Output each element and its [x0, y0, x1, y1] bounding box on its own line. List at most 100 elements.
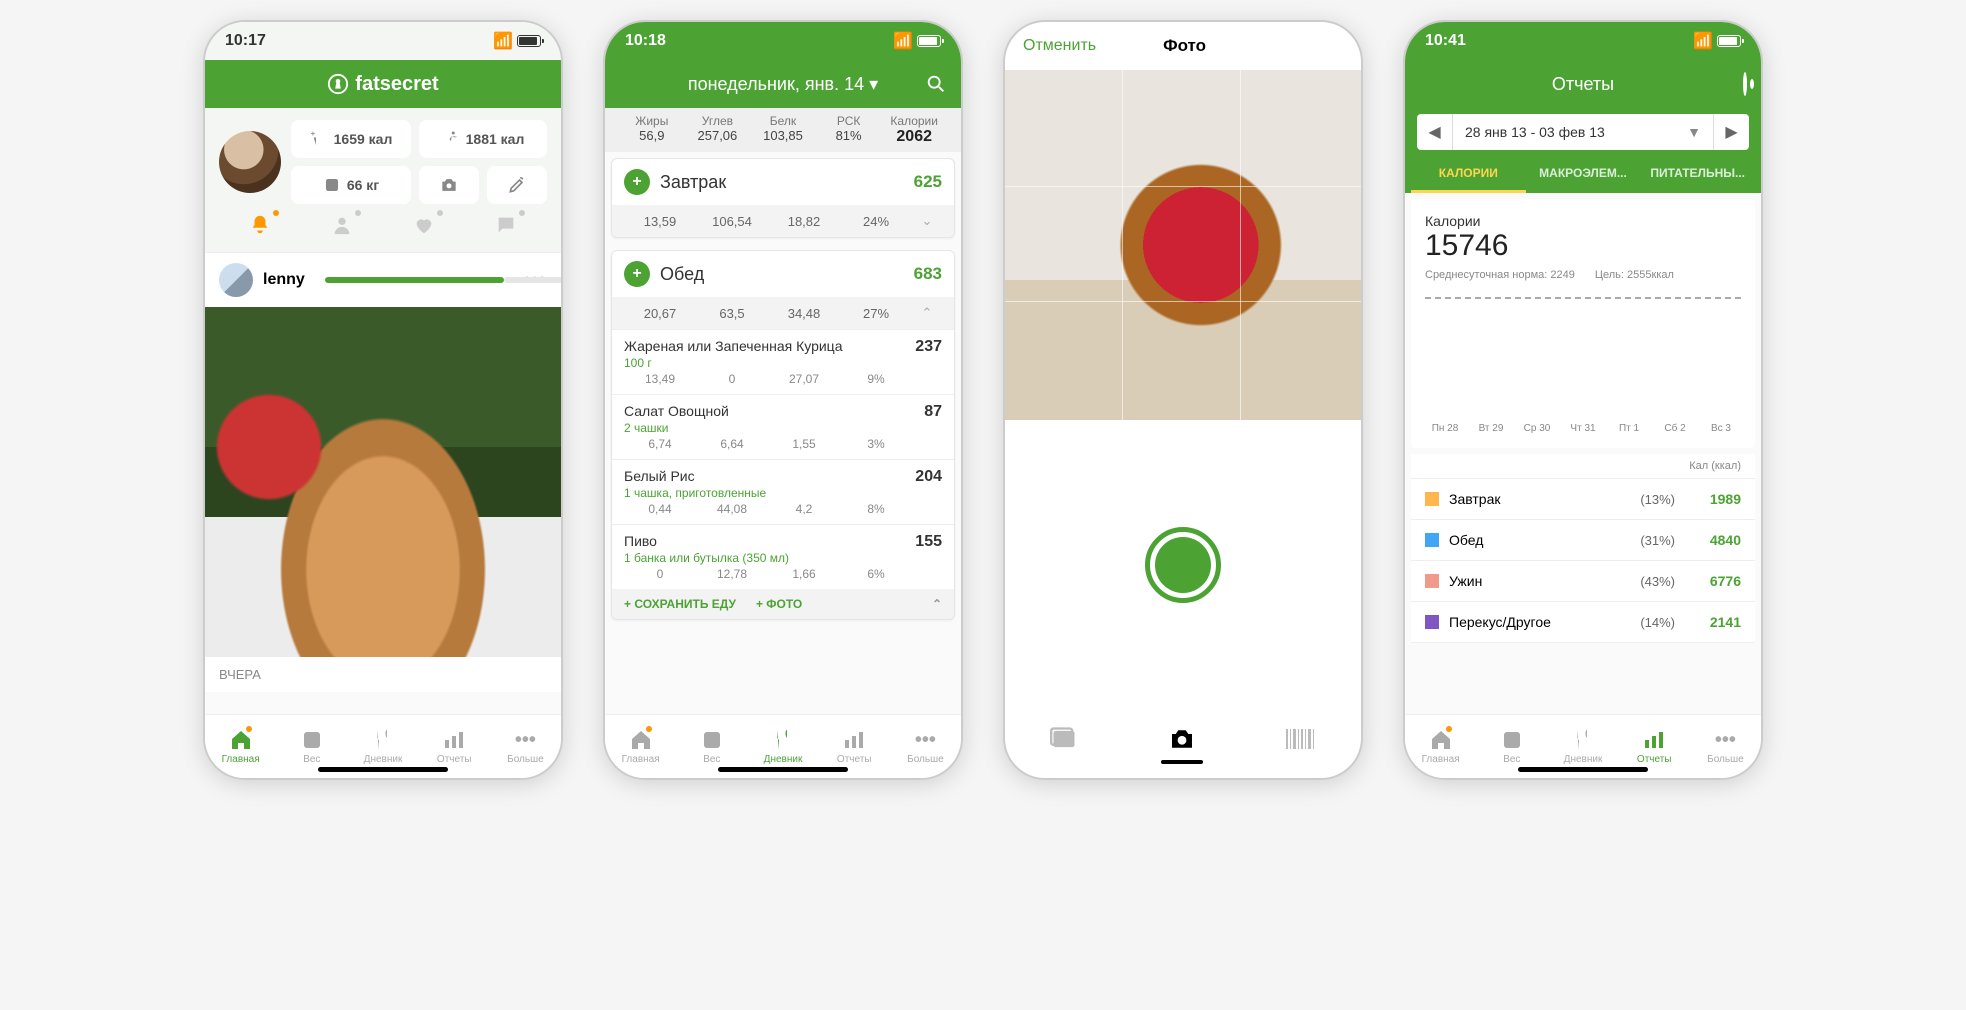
tab-Больше[interactable]: •••Больше	[1690, 729, 1761, 765]
bell-icon[interactable]	[249, 214, 271, 236]
diary-header: понедельник, янв. 14 ▾	[605, 60, 961, 108]
target-icon[interactable]	[1743, 74, 1747, 95]
breakdown-row[interactable]: Перекус/Другое(14%)2141	[1411, 602, 1755, 643]
shutter-button[interactable]	[1145, 527, 1221, 603]
tab-Больше[interactable]: •••Больше	[890, 729, 961, 765]
date-picker[interactable]: понедельник, янв. 14 ▾	[688, 74, 878, 95]
breakdown-table: Кал (ккал) Завтрак(13%)1989 Обед(31%)484…	[1411, 454, 1755, 643]
tab-Дневник[interactable]: Дневник	[1547, 728, 1618, 765]
meal-breakfast: + Завтрак 625 13,59106,5418,8224% ⌄	[611, 158, 955, 238]
next-range-button[interactable]: ▶	[1713, 114, 1749, 150]
page-title: Отчеты	[1552, 74, 1614, 95]
status-bar: 10:17 📶	[205, 22, 561, 60]
comment-icon[interactable]	[495, 214, 517, 236]
screen-diary: 10:18 📶 понедельник, янв. 14 ▾ ЖирыУглев…	[603, 20, 963, 780]
running-icon	[442, 130, 460, 148]
tab-Вес[interactable]: Вес	[676, 728, 747, 765]
camera-icon	[439, 175, 459, 195]
add-icon[interactable]: +	[624, 261, 650, 287]
tab-Дневник[interactable]: Дневник	[347, 728, 418, 765]
cancel-button[interactable]: Отменить	[1023, 37, 1096, 55]
meal-header[interactable]: + Обед 683	[612, 251, 954, 297]
tab-Главная[interactable]: Главная	[605, 728, 676, 765]
metric-label: Калории	[1425, 213, 1741, 229]
edit-pill[interactable]	[487, 166, 547, 204]
food-item[interactable]: 237 Жареная или Запеченная Курица 100 г …	[612, 329, 954, 394]
chevron-up-icon[interactable]: ⌃	[912, 305, 942, 321]
report-card: Калории 15746 Среднесуточная норма: 2249…	[1411, 199, 1755, 448]
person-icon[interactable]	[331, 214, 353, 236]
capture-mode-tabs	[1005, 710, 1361, 778]
meal-lunch: + Обед 683 20,6763,534,4827% ⌃ 237 Жарен…	[611, 250, 955, 620]
breakdown-row[interactable]: Обед(31%)4840	[1411, 520, 1755, 561]
fork-plus-icon: +	[310, 130, 328, 148]
clock: 10:18	[625, 32, 666, 50]
add-icon[interactable]: +	[624, 169, 650, 195]
tab-Главная[interactable]: Главная	[205, 728, 276, 765]
svg-text:+: +	[310, 130, 315, 138]
brand-logo: fatsecret	[327, 73, 438, 96]
weight-pill[interactable]: 66 кг	[291, 166, 411, 204]
metric-value: 15746	[1425, 229, 1741, 263]
food-item[interactable]: 155 Пиво 1 банка или бутылка (350 мл) 01…	[612, 524, 954, 589]
tab-Отчеты[interactable]: Отчеты	[819, 728, 890, 765]
breakdown-row[interactable]: Завтрак(13%)1989	[1411, 479, 1755, 520]
yesterday-label: ВЧЕРА	[205, 657, 561, 692]
tab-calories[interactable]: КАЛОРИИ	[1411, 156, 1526, 193]
camera-mode-icon[interactable]	[1167, 724, 1197, 754]
chevron-up-icon[interactable]: ⌃	[932, 597, 942, 611]
camera-pill[interactable]	[419, 166, 479, 204]
tab-Дневник[interactable]: Дневник	[747, 728, 818, 765]
tab-Вес[interactable]: Вес	[276, 728, 347, 765]
scale-icon	[323, 176, 341, 194]
search-icon[interactable]	[925, 73, 947, 95]
macro-summary: ЖирыУглевБелкРСККалории 56,9257,06103,85…	[605, 108, 961, 152]
diary-body: ЖирыУглевБелкРСККалории 56,9257,06103,85…	[605, 108, 961, 714]
tab-Отчеты[interactable]: Отчеты	[419, 728, 490, 765]
meal-header[interactable]: + Завтрак 625	[612, 159, 954, 205]
prev-range-button[interactable]: ◀	[1417, 114, 1453, 150]
tab-macros[interactable]: МАКРОЭЛЕМ...	[1526, 156, 1641, 193]
clock: 10:17	[225, 32, 266, 50]
feed-post-header[interactable]: lenny •••	[205, 252, 561, 307]
screen-home: 10:17 📶 fatsecret + 1659 кал	[203, 20, 563, 780]
color-swatch	[1425, 533, 1439, 547]
add-photo-button[interactable]: + ФОТО	[756, 597, 802, 611]
camera-viewfinder	[1005, 70, 1361, 420]
app-header: fatsecret	[205, 60, 561, 108]
breakdown-row[interactable]: Ужин(43%)6776	[1411, 561, 1755, 602]
calories-in-pill[interactable]: + 1659 кал	[291, 120, 411, 158]
status-icons: 📶	[489, 31, 541, 51]
home-body: + 1659 кал 1881 кал 66 кг	[205, 108, 561, 714]
color-swatch	[1425, 492, 1439, 506]
post-image[interactable]	[205, 307, 561, 657]
photo-nav: Отменить Фото	[1005, 22, 1361, 70]
chevron-down-icon[interactable]: ⌄	[912, 213, 942, 229]
tab-nutrients[interactable]: ПИТАТЕЛЬНЫ...	[1640, 156, 1755, 193]
heart-icon[interactable]	[413, 214, 435, 236]
progress-bar	[325, 277, 504, 283]
avatar[interactable]	[219, 131, 281, 193]
status-bar: 10:41 📶	[1405, 22, 1761, 60]
food-item[interactable]: 204 Белый Рис 1 чашка, приготовленные 0,…	[612, 459, 954, 524]
tab-Отчеты[interactable]: Отчеты	[1619, 728, 1690, 765]
tab-Вес[interactable]: Вес	[1476, 728, 1547, 765]
barcode-icon[interactable]	[1286, 725, 1316, 753]
range-dropdown[interactable]: 28 янв 13 - 03 фев 13▼	[1453, 114, 1713, 150]
reports-header: Отчеты	[1405, 60, 1761, 108]
save-food-button[interactable]: + СОХРАНИТЬ ЕДУ	[624, 597, 736, 611]
date-range-picker: ◀ 28 янв 13 - 03 фев 13▼ ▶	[1417, 114, 1749, 150]
pencil-icon	[507, 175, 527, 195]
home-indicator	[318, 767, 448, 772]
color-swatch	[1425, 574, 1439, 588]
tab-Главная[interactable]: Главная	[1405, 728, 1476, 765]
tab-Больше[interactable]: •••Больше	[490, 729, 561, 765]
photo-title: Фото	[1163, 36, 1206, 56]
gallery-icon[interactable]	[1050, 725, 1078, 753]
status-bar: 10:18 📶	[605, 22, 961, 60]
clock: 10:41	[1425, 32, 1466, 50]
table-header: Кал (ккал)	[1411, 454, 1755, 479]
food-item[interactable]: 87 Салат Овощной 2 чашки 6,746,641,553%	[612, 394, 954, 459]
calories-out-pill[interactable]: 1881 кал	[419, 120, 547, 158]
color-swatch	[1425, 615, 1439, 629]
